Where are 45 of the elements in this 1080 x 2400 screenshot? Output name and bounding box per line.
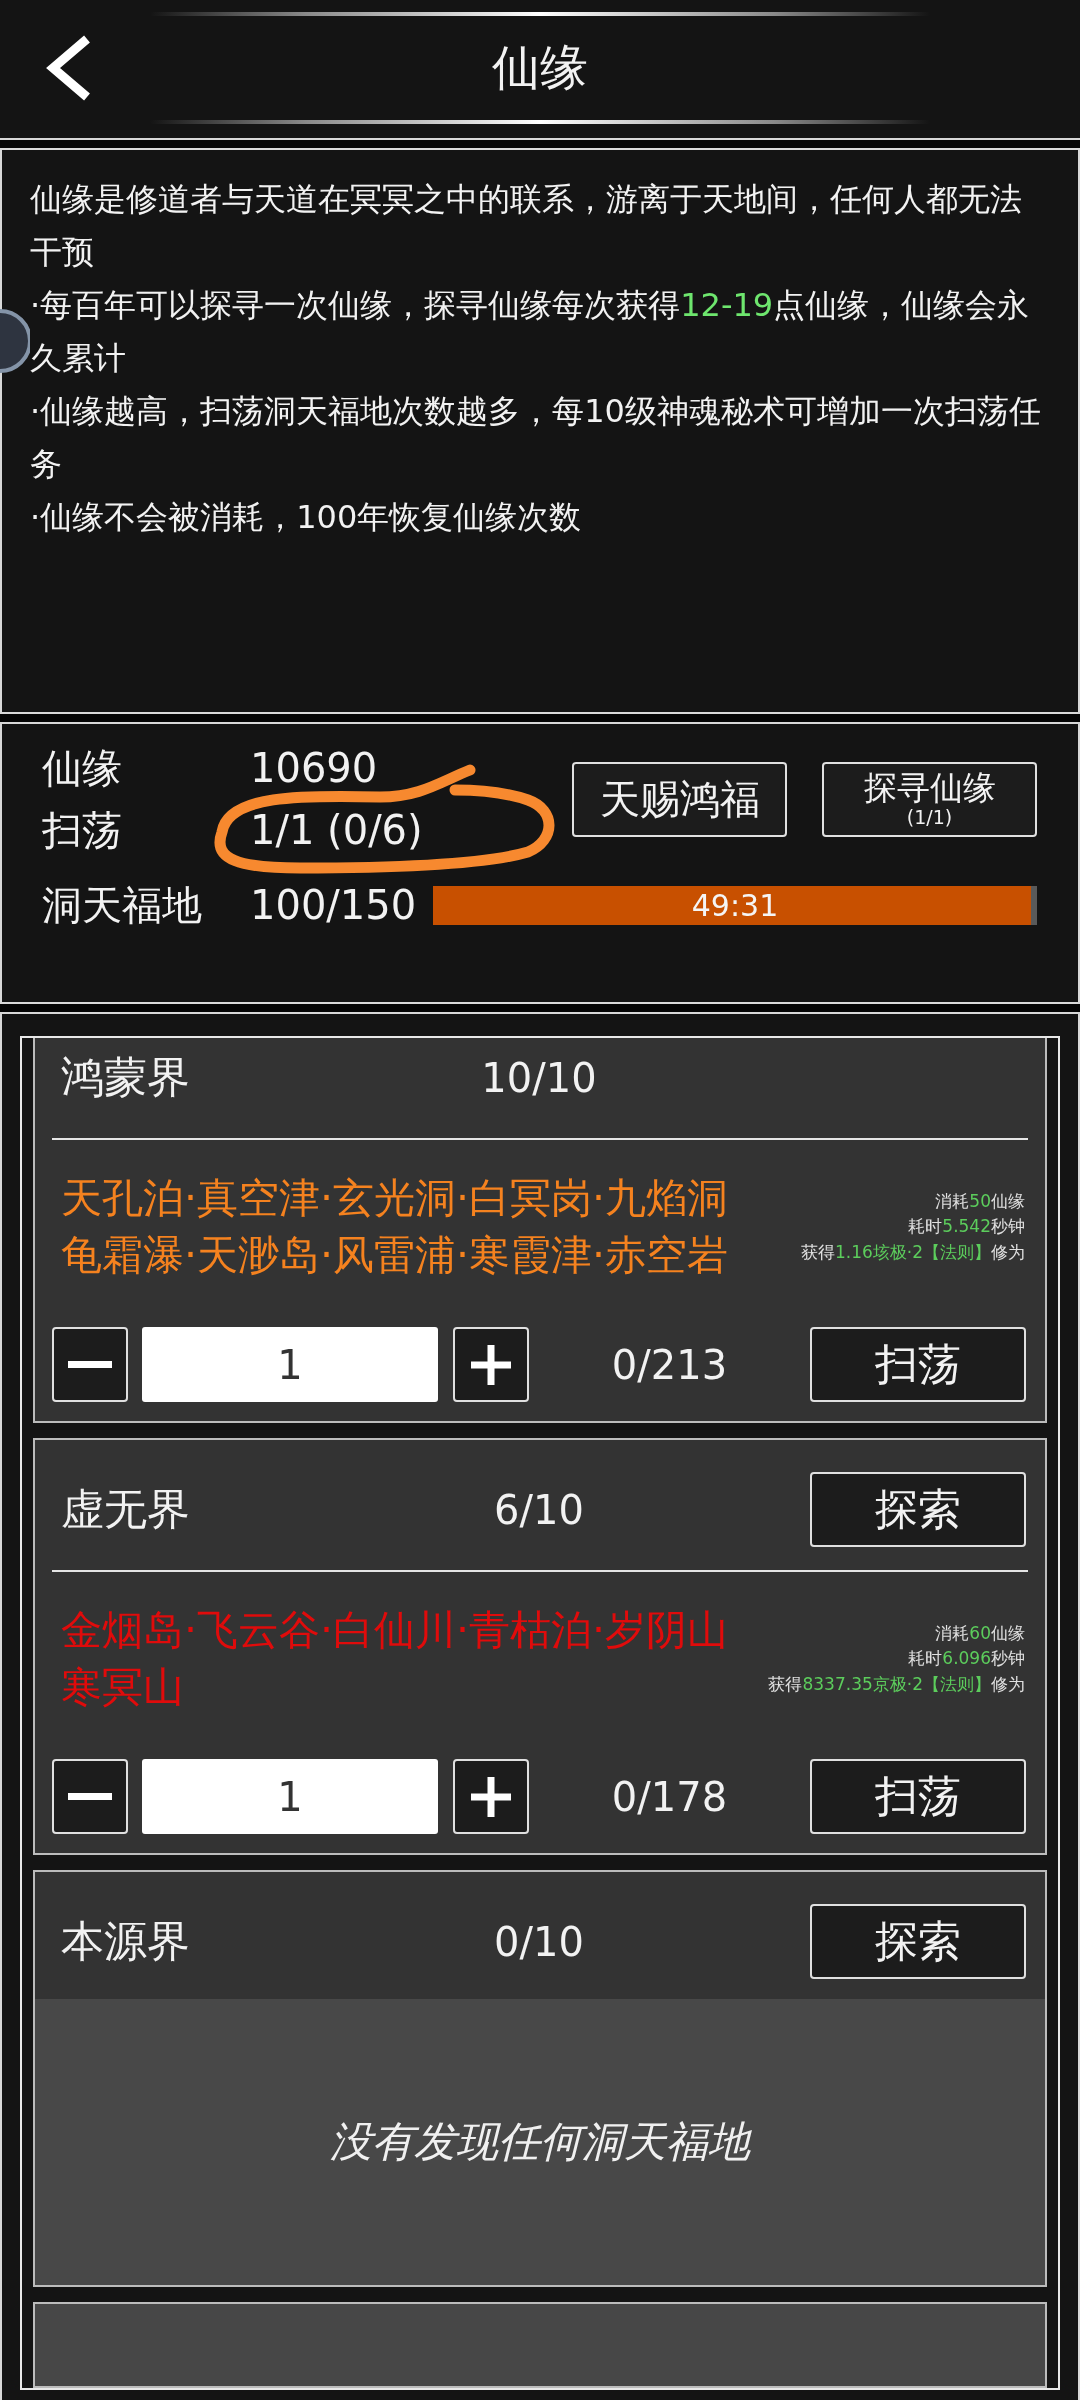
action-button[interactable]: 探寻仙缘 (1/1): [822, 761, 1037, 837]
explore-button[interactable]: 探索: [810, 1472, 1026, 1547]
description-text: ·仙缘越高，扫荡洞天福地次数越多，每10级神魂秘术可增加一次扫荡任务: [30, 391, 1042, 485]
minus-icon: [68, 1361, 112, 1368]
timer-text: 49:31: [691, 888, 779, 922]
plus-icon: [471, 1776, 511, 1817]
quantity-input[interactable]: 1: [142, 1327, 438, 1402]
location-list: 金烟岛·飞云谷·白仙川·青枯泊·岁阴山 寒冥山: [61, 1602, 729, 1716]
quantity-input[interactable]: 1: [142, 1759, 438, 1834]
realm-count: 10/10: [481, 1053, 597, 1102]
location-list: 天孔泊·真空津·玄光洞·白冥岗·九焰洞 龟霜瀑·天渺岛·风雷浦·寒霞津·赤空岩: [61, 1170, 729, 1284]
stat-label: 洞天福地: [42, 881, 203, 929]
page-title: 仙缘: [492, 39, 588, 97]
sweep-info-text: 耗时6.096秒钟: [907, 1647, 1025, 1671]
sweep-info-text: 消耗60仙缘: [934, 1621, 1025, 1645]
minus-button[interactable]: [52, 1327, 128, 1402]
stat-value: 1/1 (0/6): [250, 806, 423, 854]
explore-button[interactable]: 探索: [810, 1904, 1026, 1979]
sweep-count: 0/213: [611, 1340, 728, 1389]
sweep-info-text: 获得1.16垓极·2【法则】修为: [800, 1240, 1025, 1264]
action-button[interactable]: 天赐鸿福: [572, 761, 787, 837]
sweep-count: 0/178: [611, 1772, 728, 1821]
description-text: 仙缘是修道者与天道在冥冥之中的联系，游离于天地间，任何人都无法干预: [30, 179, 1023, 273]
description-text: ·仙缘不会被消耗，100年恢复仙缘次数: [30, 497, 583, 538]
minus-button[interactable]: [52, 1759, 128, 1834]
realm-name: 鸿蒙界: [60, 1051, 190, 1104]
stat-label: 扫荡: [42, 806, 123, 854]
sweep-button[interactable]: 扫荡: [810, 1327, 1026, 1402]
empty-state-text: 没有发现任何洞天福地: [330, 2116, 750, 2168]
sweep-button[interactable]: 扫荡: [810, 1759, 1026, 1834]
stat-value: 10690: [250, 744, 379, 792]
sweep-info-text: 获得8337.35京极·2【法则】修为: [768, 1672, 1025, 1696]
description-text: ·每百年可以探寻一次仙缘，探寻仙缘每次获得12-19点仙缘，仙缘会永久累计: [30, 285, 1031, 379]
plus-icon: [471, 1344, 511, 1385]
stat-label: 仙缘: [42, 744, 123, 792]
minus-icon: [68, 1793, 112, 1800]
plus-button[interactable]: [453, 1759, 529, 1834]
realm-count: 6/10: [494, 1485, 584, 1534]
realm-name: 本源界: [60, 1915, 190, 1968]
realm-count: 0/10: [494, 1917, 584, 1966]
realm-name: 虚无界: [60, 1483, 190, 1536]
stat-value: 100/150: [250, 881, 418, 929]
sweep-info-text: 消耗50仙缘: [934, 1189, 1025, 1213]
sweep-info-text: 耗时5.542秒钟: [907, 1215, 1025, 1239]
plus-button[interactable]: [453, 1327, 529, 1402]
